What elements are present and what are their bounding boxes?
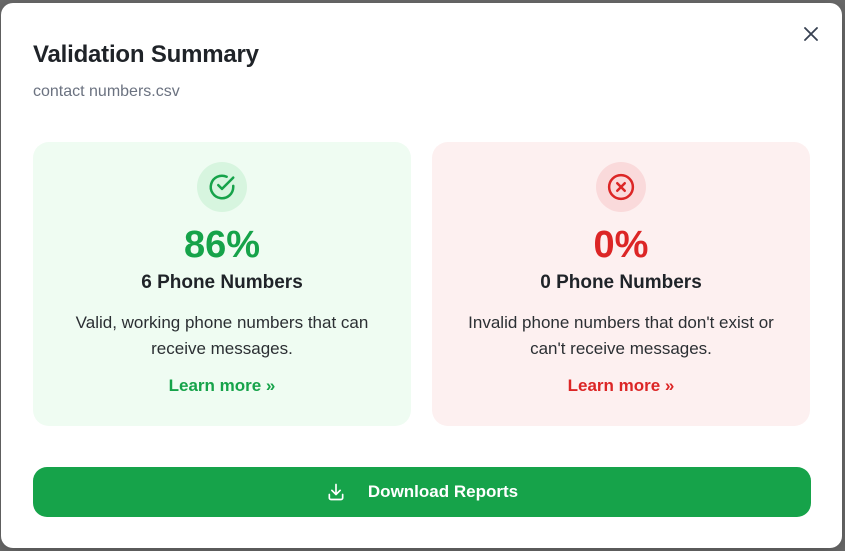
download-label: Download Reports xyxy=(367,482,519,501)
validation-summary-modal: Validation Summary contact numbers.csv 8… xyxy=(1,3,842,548)
check-circle-icon xyxy=(209,174,235,200)
invalid-icon-badge xyxy=(596,162,646,212)
valid-numbers-card: 86% 6 Phone Numbers Valid, working phone… xyxy=(33,142,411,426)
x-circle-icon xyxy=(607,173,635,201)
close-icon xyxy=(804,27,818,41)
invalid-learn-more-link[interactable]: Learn more » xyxy=(432,376,810,396)
file-name: contact numbers.csv xyxy=(33,83,180,100)
valid-count: 6 Phone Numbers xyxy=(141,272,303,293)
valid-learn-more-link[interactable]: Learn more » xyxy=(33,376,411,396)
modal-title: Validation Summary xyxy=(33,41,259,68)
download-reports-button[interactable]: Download Reports xyxy=(33,467,811,517)
invalid-description: Invalid phone numbers that don't exist o… xyxy=(468,313,774,358)
valid-icon-badge xyxy=(197,162,247,212)
valid-description: Valid, working phone numbers that can re… xyxy=(75,313,369,358)
invalid-count: 0 Phone Numbers xyxy=(540,272,702,293)
invalid-numbers-card: 0% 0 Phone Numbers Invalid phone numbers… xyxy=(432,142,810,426)
invalid-percent: 0% xyxy=(593,224,649,266)
valid-percent: 86% xyxy=(183,224,261,266)
close-button[interactable] xyxy=(800,23,822,45)
download-icon xyxy=(326,482,346,502)
